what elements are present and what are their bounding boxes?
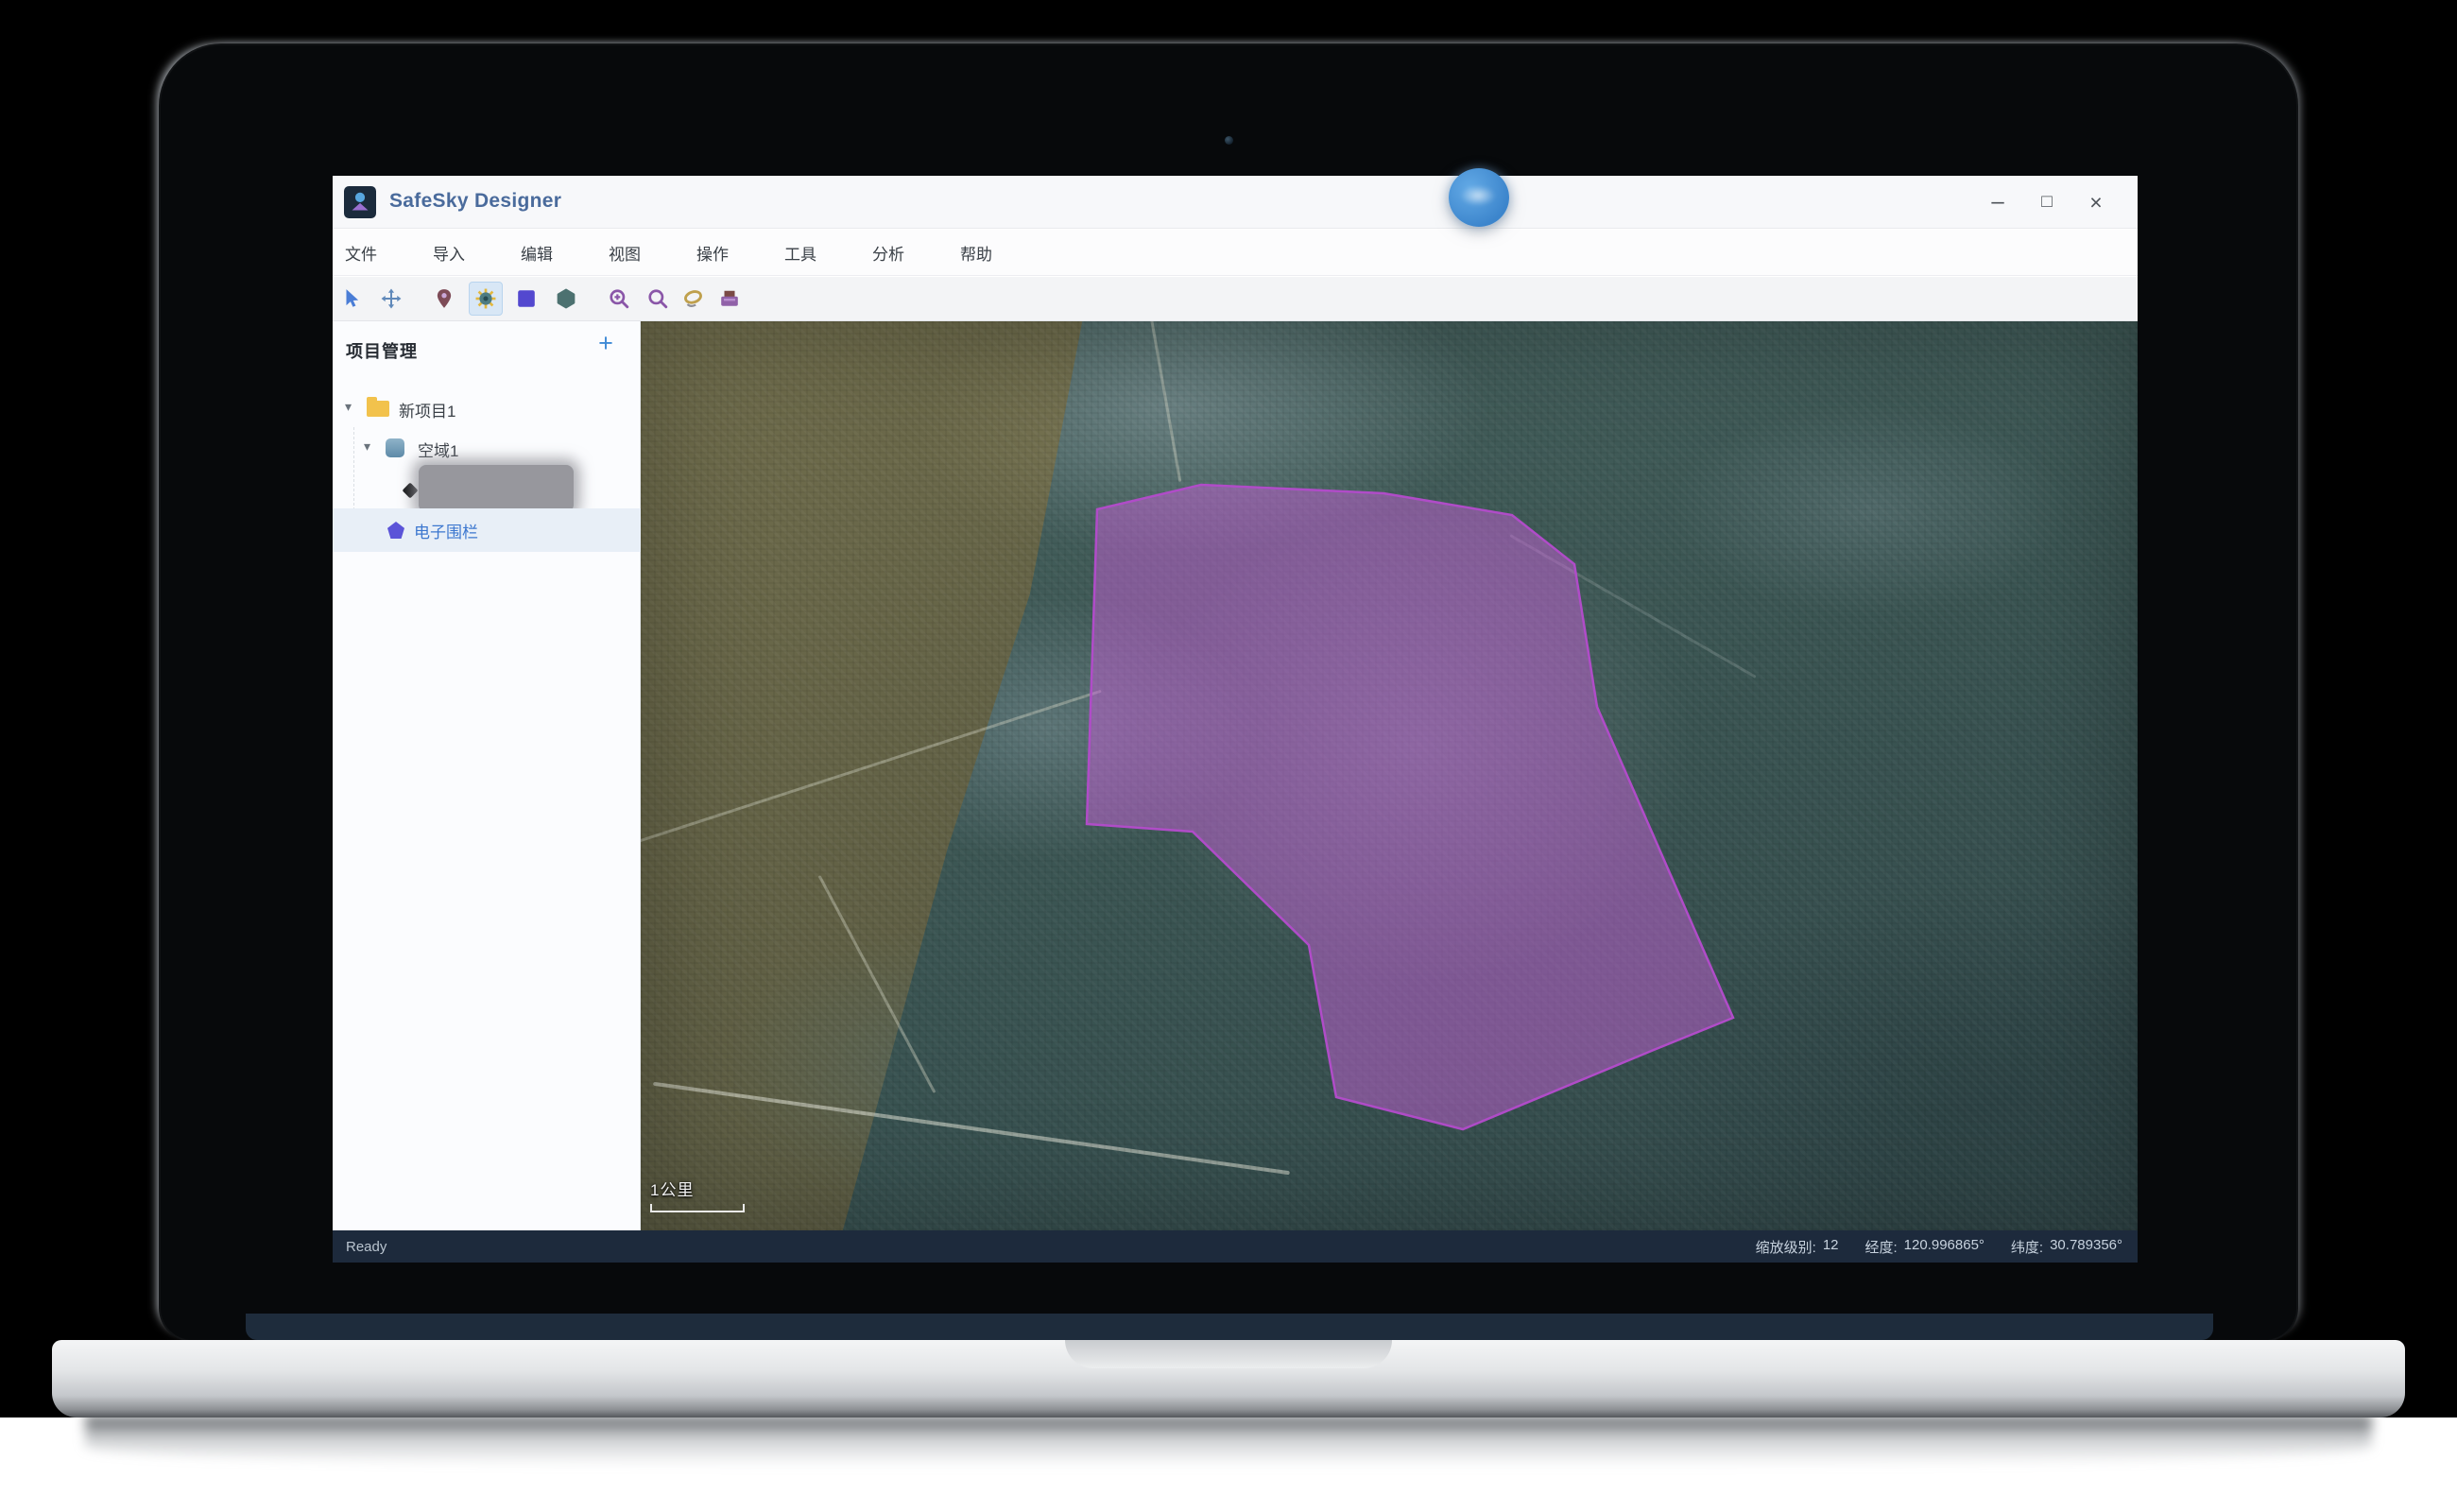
layers-icon bbox=[719, 288, 740, 309]
folder-icon bbox=[367, 401, 389, 417]
menu-edit[interactable]: 编辑 bbox=[521, 241, 553, 265]
status-ready-text: Ready bbox=[346, 1239, 387, 1255]
pan-tool-button[interactable] bbox=[374, 282, 408, 316]
app-window: SafeSky Designer – □ × 文件 导入 编辑 视图 操作 工具… bbox=[333, 176, 2138, 1263]
lasso-icon bbox=[683, 288, 704, 309]
tree-item-redacted[interactable] bbox=[333, 472, 641, 507]
export-tool-button[interactable] bbox=[713, 282, 747, 316]
menu-tools[interactable]: 工具 bbox=[784, 241, 816, 265]
longitude-value: 120.996865° bbox=[1904, 1237, 1984, 1257]
point-icon bbox=[403, 483, 419, 499]
close-button[interactable]: × bbox=[2071, 190, 2121, 215]
latitude-value: 30.789356° bbox=[2050, 1237, 2122, 1257]
select-tool-button[interactable] bbox=[335, 282, 369, 316]
tree-item-airspace[interactable]: ▾ 空域1 bbox=[333, 432, 641, 466]
rectangle-tool-button[interactable] bbox=[509, 282, 543, 316]
menu-import[interactable]: 导入 bbox=[433, 241, 465, 265]
window-title: SafeSky Designer bbox=[389, 190, 561, 213]
add-project-button[interactable]: + bbox=[590, 329, 622, 358]
move-icon bbox=[381, 288, 402, 309]
webcam-icon bbox=[1225, 136, 1233, 145]
app-logo-icon bbox=[344, 186, 376, 218]
sidebar-title: 项目管理 bbox=[346, 338, 418, 363]
zoom-in-tool-button[interactable] bbox=[602, 282, 636, 316]
content-area: 项目管理 + ▾ 新项目1 ▾ 空域1 bbox=[333, 321, 2138, 1230]
tree-item-label: 空域1 bbox=[418, 438, 458, 461]
window-controls: – □ × bbox=[1973, 176, 2121, 229]
zoom-level-value: 12 bbox=[1823, 1237, 1839, 1257]
latitude-label: 纬度: bbox=[2011, 1237, 2043, 1257]
tree-item-label: 电子围栏 bbox=[414, 519, 478, 542]
map-vignette bbox=[641, 321, 2138, 1230]
status-bar: Ready 缩放级别: 12 经度: 120.996865° 纬度: 30.78… bbox=[333, 1230, 2138, 1263]
polygon-tool-button[interactable] bbox=[549, 282, 583, 316]
pentagon-icon bbox=[387, 522, 404, 539]
menu-view[interactable]: 视图 bbox=[609, 241, 641, 265]
settings-tool-button[interactable] bbox=[469, 282, 503, 316]
chevron-down-icon[interactable]: ▾ bbox=[345, 399, 352, 415]
polygon-icon bbox=[556, 288, 576, 309]
maximize-button[interactable]: □ bbox=[2022, 192, 2071, 213]
scale-bar: 1公里 bbox=[650, 1177, 745, 1212]
airspace-icon bbox=[386, 438, 404, 457]
tree-item-geofence[interactable]: 电子围栏 bbox=[333, 508, 641, 552]
zoom-level-label: 缩放级别: bbox=[1756, 1237, 1816, 1257]
title-bar: SafeSky Designer – □ × bbox=[333, 176, 2138, 229]
map-pin-icon bbox=[434, 288, 455, 309]
point-marker-tool-button[interactable] bbox=[427, 282, 461, 316]
scale-line bbox=[650, 1204, 745, 1212]
menu-bar: 文件 导入 编辑 视图 操作 工具 分析 帮助 bbox=[333, 230, 2138, 276]
stage: SafeSky Designer – □ × 文件 导入 编辑 视图 操作 工具… bbox=[0, 0, 2457, 1512]
menu-operate[interactable]: 操作 bbox=[696, 241, 729, 265]
chevron-down-icon[interactable]: ▾ bbox=[364, 438, 370, 455]
laptop-shadow bbox=[85, 1416, 2372, 1467]
redacted-label bbox=[419, 465, 574, 512]
lasso-tool-button[interactable] bbox=[677, 282, 711, 316]
toolbar bbox=[333, 277, 2138, 321]
gear-icon bbox=[475, 288, 496, 309]
map-viewport[interactable]: 1公里 bbox=[641, 321, 2138, 1230]
watermark-logo bbox=[1449, 168, 1509, 227]
laptop-lid-notch bbox=[1065, 1340, 1392, 1368]
cursor-icon bbox=[341, 288, 362, 309]
laptop-hinge bbox=[246, 1314, 2213, 1340]
project-sidebar: 项目管理 + ▾ 新项目1 ▾ 空域1 bbox=[333, 321, 641, 1230]
status-coordinates: 缩放级别: 12 经度: 120.996865° 纬度: 30.789356° bbox=[1756, 1237, 2122, 1257]
scale-label: 1公里 bbox=[650, 1177, 745, 1200]
minimize-button[interactable]: – bbox=[1973, 189, 2022, 215]
menu-file[interactable]: 文件 bbox=[345, 241, 377, 265]
zoom-out-icon bbox=[647, 288, 668, 309]
tree-item-label: 新项目1 bbox=[399, 398, 455, 421]
laptop-base bbox=[52, 1340, 2405, 1418]
longitude-label: 经度: bbox=[1865, 1237, 1898, 1257]
menu-analyze[interactable]: 分析 bbox=[872, 241, 904, 265]
zoom-out-tool-button[interactable] bbox=[641, 282, 675, 316]
zoom-in-icon bbox=[609, 288, 629, 309]
square-icon bbox=[516, 288, 537, 309]
menu-help[interactable]: 帮助 bbox=[960, 241, 992, 265]
tree-item-project[interactable]: ▾ 新项目1 bbox=[333, 392, 641, 426]
